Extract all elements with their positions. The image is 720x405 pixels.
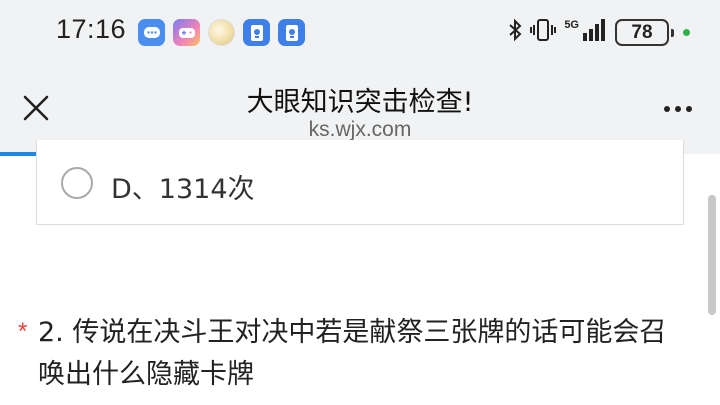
page-domain: ks.wjx.com xyxy=(308,118,412,141)
scrollbar[interactable] xyxy=(708,195,716,315)
card-app-icon xyxy=(278,19,305,46)
moon-app-icon xyxy=(208,19,235,46)
radio-button[interactable] xyxy=(61,167,93,199)
battery-indicator: 78 xyxy=(615,19,674,46)
privacy-indicator-dot xyxy=(683,29,690,36)
vibrate-icon xyxy=(530,18,557,47)
option-label: D、1314次 xyxy=(111,174,255,205)
signal-icon xyxy=(583,19,607,46)
status-indicators: 5G 78 xyxy=(508,18,690,47)
network-type: 5G xyxy=(564,18,579,31)
bluetooth-icon xyxy=(508,18,522,47)
question-text: 2. 传说在决斗王对决中若是献祭三张牌的话可能会召唤出什么隐藏卡牌 xyxy=(38,317,667,390)
game-app-icon xyxy=(173,19,200,46)
page-title: 大眼知识突击检查! xyxy=(246,87,474,118)
required-mark: * xyxy=(18,318,28,345)
chat-app-icon xyxy=(138,19,165,46)
notification-icons xyxy=(138,19,305,46)
card-app-icon xyxy=(243,19,270,46)
status-bar: 17:16 5G 78 xyxy=(0,0,720,66)
answer-option-d[interactable]: D、1314次 xyxy=(36,140,684,225)
more-dot-icon xyxy=(686,106,692,112)
more-dot-icon xyxy=(664,106,670,112)
more-dot-icon xyxy=(675,106,681,112)
more-options-button[interactable] xyxy=(664,106,692,112)
status-time: 17:16 xyxy=(56,14,127,44)
